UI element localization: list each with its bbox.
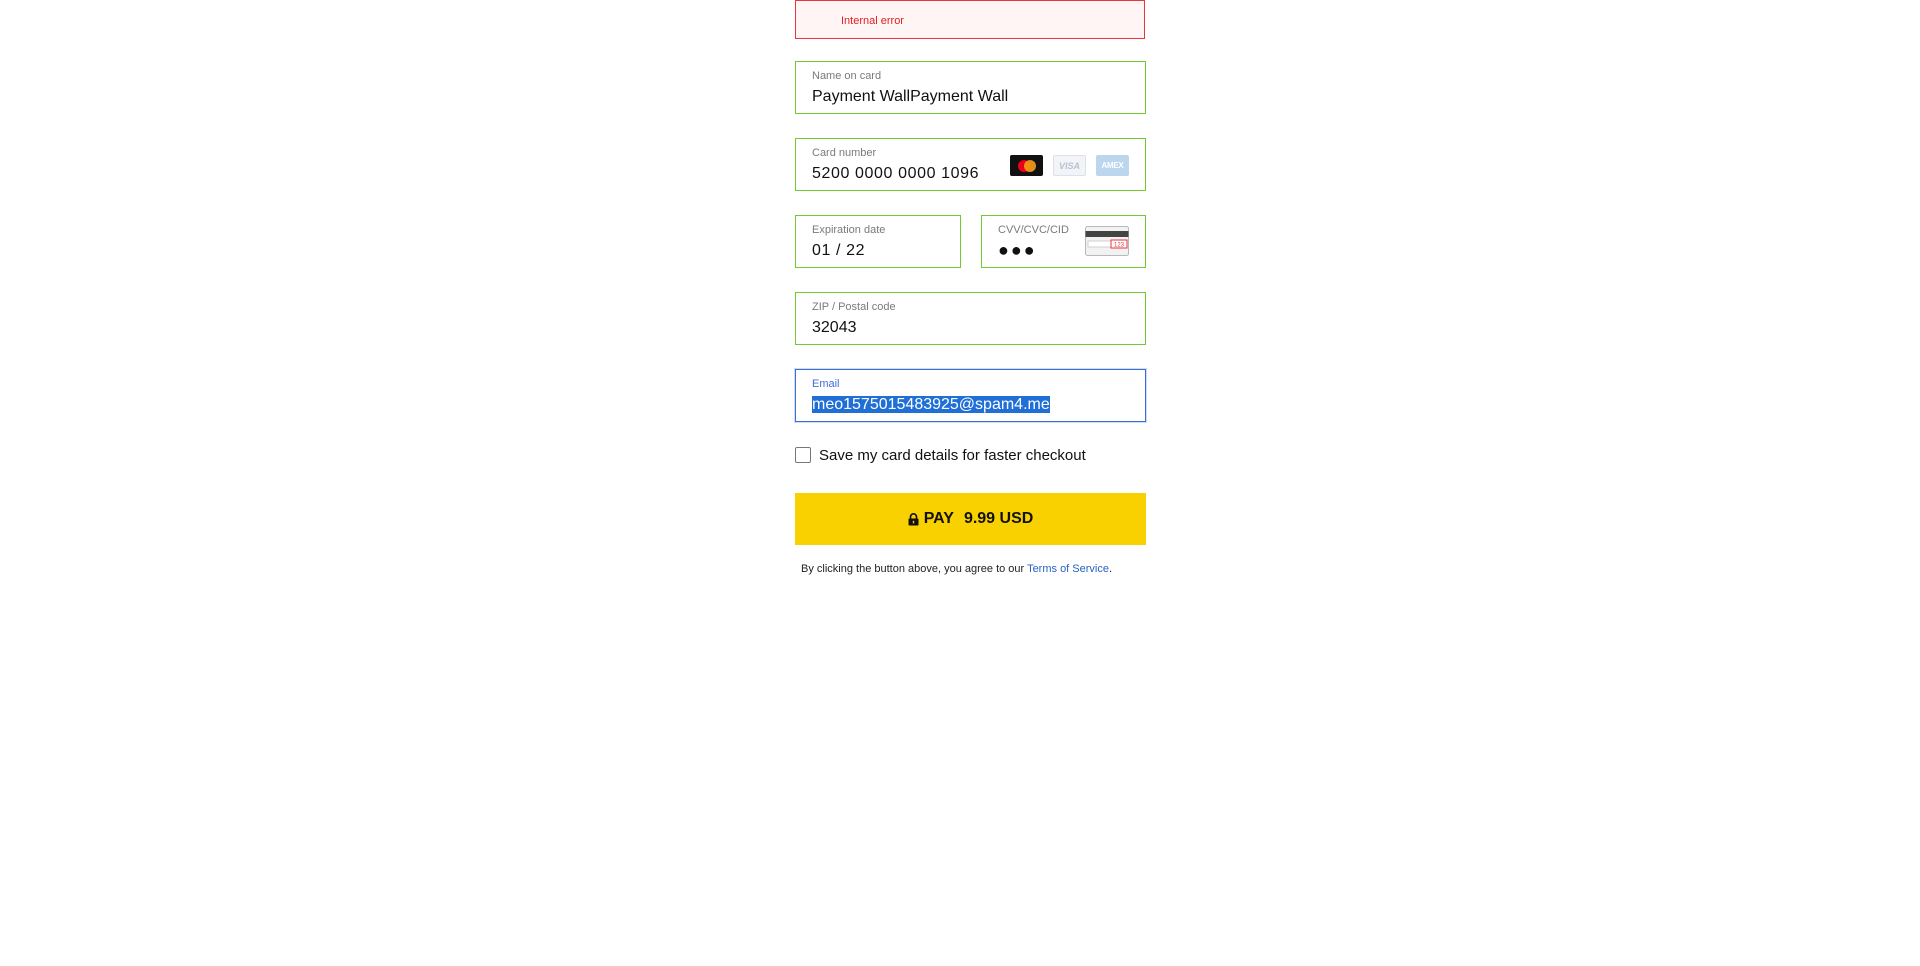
name-on-card-value[interactable]: Payment WallPayment Wall: [812, 88, 1008, 106]
name-on-card-label: Name on card: [812, 70, 882, 82]
save-card-checkbox[interactable]: [795, 447, 811, 463]
lock-icon: [908, 512, 919, 526]
terms-suffix: .: [1108, 563, 1113, 575]
amex-icon: AMEX: [1096, 155, 1129, 176]
name-on-card-field[interactable]: Name on card Payment WallPayment Wall: [795, 61, 1146, 114]
card-number-label: Card number: [812, 147, 877, 159]
cvv-label: CVV/CVC/CID: [998, 224, 1069, 236]
terms-prefix: By clicking the button above, you agree …: [801, 563, 1028, 575]
save-card-row[interactable]: Save my card details for faster checkout: [795, 444, 1086, 466]
pay-button[interactable]: PAY 9.99 USD: [795, 493, 1146, 545]
terms-of-service-link[interactable]: Terms of Service: [1027, 563, 1109, 575]
zip-code-field[interactable]: ZIP / Postal code 32043: [795, 292, 1146, 345]
email-selected-text: meo1575015483925@spam4.me: [812, 396, 1050, 413]
card-back-icon: 123: [1085, 226, 1129, 256]
mastercard-icon: [1010, 155, 1043, 176]
email-field[interactable]: Email meo1575015483925@spam4.me: [795, 369, 1146, 422]
error-message: Internal error: [841, 15, 904, 27]
terms-notice: By clicking the button above, you agree …: [801, 562, 1131, 577]
zip-code-label: ZIP / Postal code: [812, 301, 896, 313]
zip-code-value[interactable]: 32043: [812, 319, 857, 337]
cvv-field[interactable]: CVV/CVC/CID ●●● 123: [981, 215, 1146, 268]
email-value[interactable]: meo1575015483925@spam4.me: [812, 396, 1050, 414]
card-number-field[interactable]: Card number 5200 0000 0000 1096 VISA AME…: [795, 138, 1146, 191]
expiration-date-label: Expiration date: [812, 224, 886, 236]
pay-button-label: PAY: [923, 510, 954, 527]
email-label: Email: [812, 378, 840, 390]
cvv-icon-text: 123: [1114, 243, 1125, 249]
card-number-value[interactable]: 5200 0000 0000 1096: [812, 165, 979, 183]
save-card-label[interactable]: Save my card details for faster checkout: [819, 447, 1086, 464]
card-brand-icons: VISA AMEX: [1010, 155, 1129, 176]
expiration-date-field[interactable]: Expiration date 01 / 22: [795, 215, 961, 268]
error-banner: Internal error: [795, 0, 1145, 39]
pay-button-amount: 9.99 USD: [963, 510, 1034, 527]
cvv-value[interactable]: ●●●: [998, 240, 1037, 261]
expiration-date-value[interactable]: 01 / 22: [812, 242, 865, 260]
visa-icon: VISA: [1053, 155, 1086, 176]
